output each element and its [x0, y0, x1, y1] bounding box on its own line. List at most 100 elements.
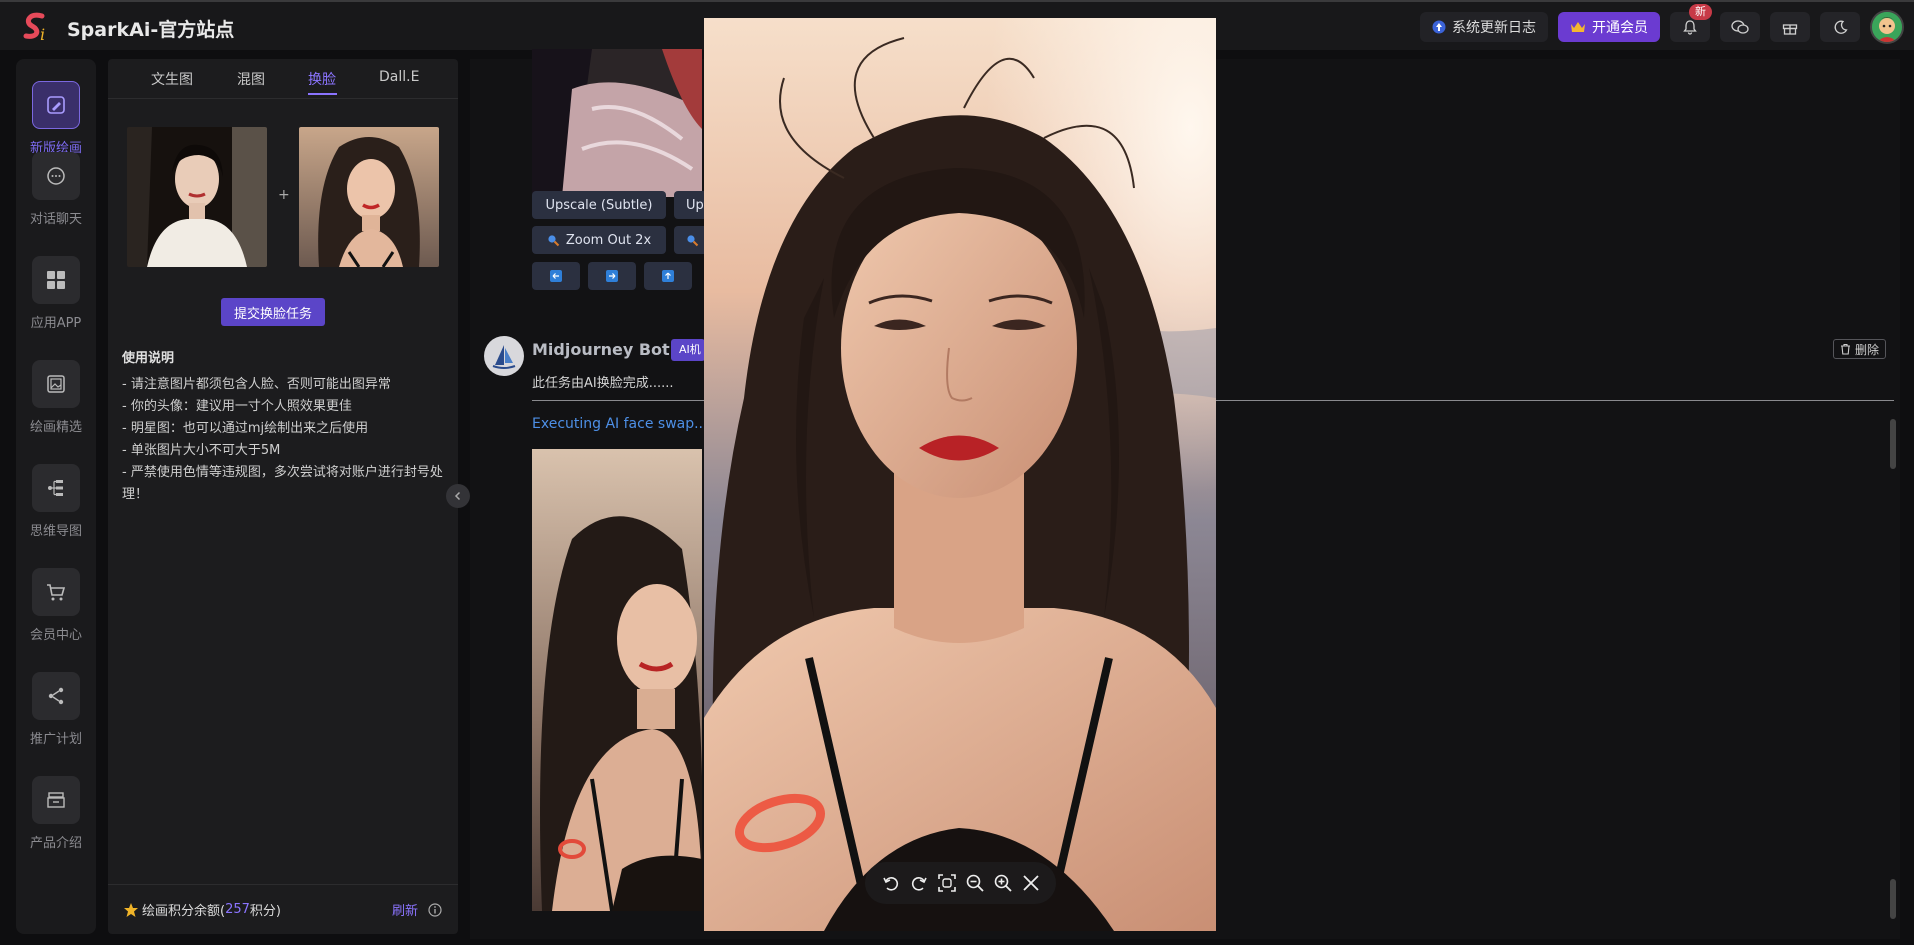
arrow-left-icon	[550, 270, 562, 282]
tab-face-swap[interactable]: 换脸	[308, 69, 336, 89]
close-icon	[1021, 873, 1041, 893]
close-preview-button[interactable]	[1020, 872, 1042, 894]
notification-badge: 新	[1689, 4, 1712, 20]
nav-label: 会员中心	[29, 628, 82, 643]
fit-screen-button[interactable]	[936, 872, 958, 894]
source-face-image[interactable]	[127, 127, 267, 267]
left-nav: 新版绘画 对话聊天 应用APP 绘画精选 思维导图 会员中心 推广计划 产品介绍	[16, 59, 96, 934]
points-footer: 绘画积分余额( 257 积分) 刷新	[108, 884, 458, 934]
mode-tabs: 文生图 混图 换脸 Dall.E	[108, 59, 458, 99]
bell-icon	[1683, 19, 1697, 35]
tab-text-to-image[interactable]: 文生图	[151, 69, 193, 89]
zoom-out-2x-button[interactable]: Zoom Out 2x	[532, 226, 666, 254]
star-icon	[123, 902, 139, 918]
pan-right-button[interactable]	[588, 262, 636, 290]
magnifier-icon	[686, 234, 699, 247]
ai-badge: AI机	[671, 339, 705, 361]
product-icon	[45, 789, 67, 811]
scrollbar-thumb[interactable]	[1890, 419, 1896, 469]
plus-separator: +	[278, 187, 290, 203]
gallery-icon	[45, 373, 67, 395]
previous-result-image[interactable]	[532, 49, 702, 197]
nav-item-referral[interactable]: 推广计划	[16, 672, 96, 762]
pan-left-button[interactable]	[532, 262, 580, 290]
vip-button[interactable]: 开通会员	[1558, 12, 1660, 42]
upscale-subtle-button[interactable]: Upscale (Subtle)	[532, 191, 666, 219]
rotate-left-button[interactable]	[880, 872, 902, 894]
bot-avatar	[484, 336, 524, 376]
delete-button[interactable]: 删除	[1833, 339, 1887, 359]
gift-icon	[1782, 20, 1798, 35]
moon-icon	[1833, 20, 1848, 35]
zoom-out-button[interactable]	[964, 872, 986, 894]
zoom-in-icon	[993, 873, 1013, 893]
zoom-out-icon	[965, 873, 985, 893]
nav-item-product[interactable]: 产品介绍	[16, 776, 96, 866]
nav-label: 产品介绍	[29, 836, 82, 851]
wechat-button[interactable]	[1720, 12, 1760, 42]
bot-message: 此任务由AI换脸完成......	[532, 376, 674, 391]
usage-item: - 单张图片大小不可大于5M	[122, 443, 281, 458]
arrow-up-icon	[662, 270, 674, 282]
cart-icon	[45, 581, 67, 603]
tab-blend[interactable]: 混图	[237, 69, 265, 89]
refresh-link[interactable]: 刷新	[392, 900, 418, 919]
zoom-in-button[interactable]	[992, 872, 1014, 894]
collapse-panel-button[interactable]	[446, 484, 470, 508]
logo[interactable]: i	[20, 12, 54, 44]
svg-text:i: i	[40, 25, 45, 44]
apps-icon	[45, 269, 67, 291]
face-swap-panel: 文生图 混图 换脸 Dall.E + 提交换脸任务 使用说明 - 请注意图片都须…	[108, 59, 458, 934]
active-tab-indicator	[308, 93, 337, 95]
balance-suffix: 积分)	[249, 904, 281, 919]
magnifier-icon	[547, 234, 560, 247]
arrow-right-icon	[606, 270, 618, 282]
rotate-right-icon	[909, 873, 929, 893]
usage-item: - 明星图：也可以通过mj绘制出来之后使用	[122, 421, 369, 436]
gift-button[interactable]	[1770, 12, 1810, 42]
chat-icon	[45, 165, 67, 187]
user-avatar[interactable]	[1870, 10, 1904, 44]
nav-item-mindmap[interactable]: 思维导图	[16, 464, 96, 554]
rotate-right-button[interactable]	[908, 872, 930, 894]
theme-toggle-button[interactable]	[1820, 12, 1860, 42]
wechat-icon	[1731, 19, 1749, 35]
nav-label: 思维导图	[29, 524, 82, 539]
usage-instructions: 使用说明 - 请注意图片都须包含人脸、否则可能出图异常 - 你的头像：建议用一寸…	[122, 348, 448, 506]
mindmap-icon	[45, 477, 67, 499]
nav-label: 绘画精选	[29, 420, 82, 435]
nav-label: 推广计划	[29, 732, 82, 747]
info-icon[interactable]	[428, 902, 442, 917]
balance-value: 257	[225, 902, 250, 917]
usage-item: - 请注意图片都须包含人脸、否则可能出图异常	[122, 377, 391, 392]
notification-button[interactable]: 新	[1670, 4, 1712, 42]
nav-item-apps[interactable]: 应用APP	[16, 256, 96, 346]
target-face-image[interactable]	[299, 127, 439, 267]
rotate-left-icon	[881, 873, 901, 893]
face-swap-result-image[interactable]	[532, 449, 702, 911]
scrollbar-thumb[interactable]	[1890, 879, 1896, 919]
submit-face-swap-button[interactable]: 提交换脸任务	[221, 298, 325, 326]
upgrade-icon	[1432, 20, 1446, 34]
changelog-label: 系统更新日志	[1452, 20, 1536, 36]
image-preview[interactable]	[704, 18, 1216, 931]
crown-icon	[1570, 20, 1586, 34]
nav-item-chat[interactable]: 对话聊天	[16, 152, 96, 242]
usage-item: - 你的头像：建议用一寸个人照效果更佳	[122, 399, 352, 414]
status-text: Executing AI face swap...	[532, 416, 708, 432]
chevron-left-icon	[453, 491, 463, 501]
changelog-button[interactable]: 系统更新日志	[1420, 12, 1548, 42]
nav-item-membership[interactable]: 会员中心	[16, 568, 96, 658]
fullscreen-icon	[937, 873, 957, 893]
preview-toolbar	[865, 862, 1056, 904]
balance-prefix: 绘画积分余额(	[142, 904, 226, 919]
usage-item: - 严禁使用色情等违规图，多次尝试将对账户进行封号处理！	[122, 465, 443, 502]
tab-dalle[interactable]: Dall.E	[379, 69, 419, 85]
pan-up-button[interactable]	[644, 262, 692, 290]
usage-title: 使用说明	[122, 351, 175, 366]
vip-label: 开通会员	[1592, 20, 1648, 36]
nav-item-gallery[interactable]: 绘画精选	[16, 360, 96, 450]
share-icon	[45, 685, 67, 707]
nav-label: 应用APP	[30, 316, 82, 331]
app-title: SparkAi-官方站点	[67, 19, 235, 41]
